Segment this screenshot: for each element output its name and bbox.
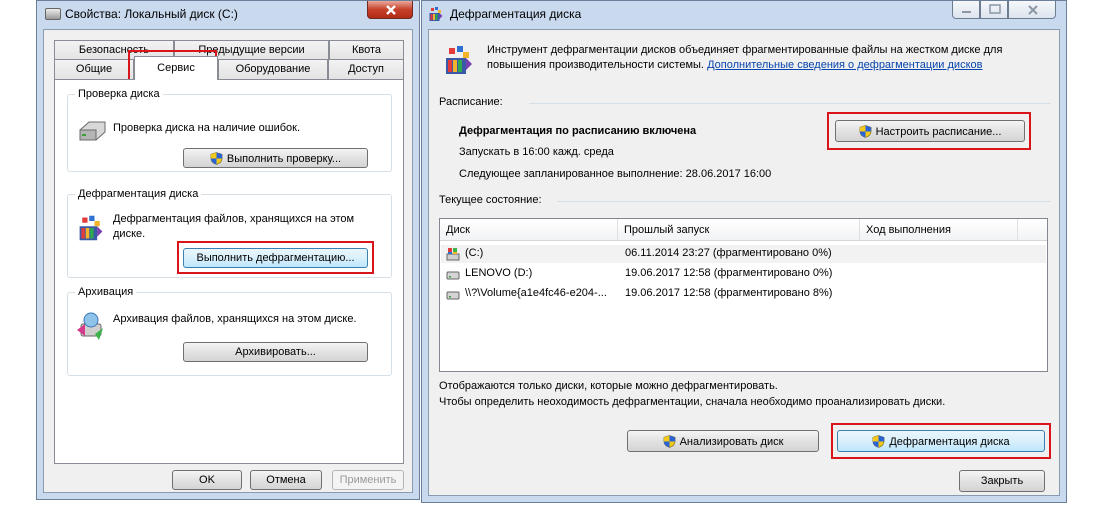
backup-icon bbox=[77, 312, 103, 340]
status-separator bbox=[557, 201, 1051, 202]
defrag-window: Дефрагментация диска Инструмент дефрагме… bbox=[421, 0, 1067, 503]
properties-title: Свойства: Локальный диск (C:) bbox=[65, 7, 238, 21]
row-last-run: 19.06.2017 12:58 (фрагментировано 8%) bbox=[625, 287, 833, 299]
backup-button[interactable]: Архивировать... bbox=[183, 342, 368, 362]
status-label: Текущее состояние: bbox=[439, 194, 542, 206]
defrag-client: Инструмент дефрагментации дисков объедин… bbox=[428, 29, 1060, 496]
analyze-disk-button[interactable]: Анализировать диск bbox=[627, 430, 819, 452]
maximize-icon bbox=[989, 4, 1001, 14]
properties-title-bar[interactable]: Свойства: Локальный диск (C:) bbox=[37, 1, 419, 27]
defrag-icon bbox=[77, 214, 105, 242]
run-check-label: Выполнить проверку... bbox=[226, 152, 342, 165]
table-row[interactable]: LENOVO (D:) 19.06.2017 12:58 (фрагментир… bbox=[441, 265, 1046, 283]
hard-disk-icon bbox=[79, 121, 106, 141]
column-header-last-run[interactable]: Прошлый запуск bbox=[618, 219, 860, 241]
check-disk-text: Проверка диска на наличие ошибок. bbox=[113, 122, 301, 134]
backup-group-label: Архивация bbox=[75, 286, 137, 298]
close-button[interactable] bbox=[1008, 1, 1056, 19]
column-header-disk[interactable]: Диск bbox=[440, 219, 618, 241]
defrag-title-bar[interactable]: Дефрагментация диска bbox=[422, 1, 1066, 27]
backup-text: Архивация файлов, хранящихся на этом дис… bbox=[113, 313, 357, 325]
table-row[interactable]: \\?\Volume{a1e4fc46-e204-... 19.06.2017 … bbox=[441, 285, 1046, 303]
analyze-disk-label: Анализировать диск bbox=[679, 435, 784, 448]
close-icon bbox=[1028, 5, 1038, 15]
tab-hardware[interactable]: Оборудование bbox=[218, 59, 328, 79]
row-disk-name: LENOVO (D:) bbox=[465, 267, 533, 279]
row-last-run: 06.11.2014 23:27 (фрагментировано 0%) bbox=[625, 247, 832, 259]
note-line2: Чтобы определить неоходимость дефрагмент… bbox=[439, 396, 946, 408]
drive-icon bbox=[45, 8, 61, 20]
defrag-text-line1: Дефрагментация файлов, хранящихся на это… bbox=[113, 213, 355, 225]
backup-group bbox=[67, 292, 392, 376]
tab-quota[interactable]: Квота bbox=[329, 40, 404, 60]
configure-schedule-label: Настроить расписание... bbox=[875, 125, 1002, 138]
defrag-disk-label: Дефрагментация диска bbox=[889, 435, 1010, 448]
tab-sharing[interactable]: Доступ bbox=[328, 59, 404, 79]
defrag-title: Дефрагментация диска bbox=[450, 7, 582, 21]
intro-line2-text: повышения производительности системы. bbox=[487, 59, 704, 71]
defrag-group-label: Дефрагментация диска bbox=[75, 188, 202, 200]
close-icon bbox=[386, 5, 396, 15]
tab-service[interactable]: Сервис bbox=[134, 56, 218, 80]
check-disk-group-label: Проверка диска bbox=[75, 88, 163, 100]
defrag-disk-button[interactable]: Дефрагментация диска bbox=[837, 430, 1045, 452]
intro-line1: Инструмент дефрагментации дисков объедин… bbox=[487, 44, 1003, 56]
run-defrag-label: Выполнить дефрагментацию... bbox=[196, 252, 355, 264]
maximize-button[interactable] bbox=[980, 1, 1008, 19]
run-check-button[interactable]: Выполнить проверку... bbox=[183, 148, 368, 168]
schedule-next: Следующее запланированное выполнение: 28… bbox=[459, 168, 772, 180]
apply-button[interactable]: Применить bbox=[332, 470, 404, 490]
schedule-run: Запускать в 16:00 кажд. среда bbox=[459, 146, 614, 158]
uac-shield-icon bbox=[872, 435, 885, 448]
schedule-label: Расписание: bbox=[439, 96, 503, 108]
note-line1: Отображаются только диски, которые можно… bbox=[439, 380, 778, 392]
drive-icon bbox=[446, 291, 460, 300]
intro-line2: повышения производительности системы. До… bbox=[487, 59, 982, 71]
close-dialog-button[interactable]: Закрыть bbox=[959, 470, 1045, 492]
more-info-link[interactable]: Дополнительные сведения о дефрагментации… bbox=[707, 59, 982, 71]
run-defrag-button[interactable]: Выполнить дефрагментацию... bbox=[183, 248, 368, 268]
row-disk-name: (C:) bbox=[465, 247, 484, 259]
drive-icon bbox=[446, 271, 460, 280]
schedule-separator bbox=[529, 103, 1051, 104]
service-tab-panel: Проверка диска Проверка диска на наличие… bbox=[54, 79, 404, 464]
column-header-blank bbox=[1018, 219, 1047, 241]
column-header-progress[interactable]: Ход выполнения bbox=[860, 219, 1018, 241]
ok-button[interactable]: OK bbox=[172, 470, 242, 490]
uac-shield-icon bbox=[859, 125, 872, 138]
system-drive-icon bbox=[446, 248, 460, 261]
row-disk-name: \\?\Volume{a1e4fc46-e204-... bbox=[465, 287, 607, 299]
cancel-button[interactable]: Отмена bbox=[250, 470, 322, 490]
defrag-text-line2: диске. bbox=[113, 228, 146, 240]
row-last-run: 19.06.2017 12:58 (фрагментировано 0%) bbox=[625, 267, 833, 279]
uac-shield-icon bbox=[663, 435, 676, 448]
uac-shield-icon bbox=[210, 152, 223, 165]
table-row[interactable]: (C:) 06.11.2014 23:27 (фрагментировано 0… bbox=[441, 245, 1046, 263]
properties-client: Безопасность Предыдущие версии Квота Общ… bbox=[43, 29, 413, 493]
backup-label: Архивировать... bbox=[235, 346, 316, 358]
minimize-button[interactable] bbox=[952, 1, 980, 19]
disk-table[interactable]: Диск Прошлый запуск Ход выполнения (C:) … bbox=[439, 218, 1048, 372]
defrag-small-icon bbox=[428, 6, 444, 22]
close-button[interactable] bbox=[367, 1, 413, 19]
tab-general[interactable]: Общие bbox=[54, 59, 134, 79]
schedule-enabled: Дефрагментация по расписанию включена bbox=[459, 125, 697, 137]
defrag-large-icon bbox=[443, 44, 475, 76]
minimize-icon bbox=[962, 11, 971, 13]
properties-window: Свойства: Локальный диск (C:) Безопаснос… bbox=[36, 0, 420, 500]
configure-schedule-button[interactable]: Настроить расписание... bbox=[835, 120, 1025, 142]
